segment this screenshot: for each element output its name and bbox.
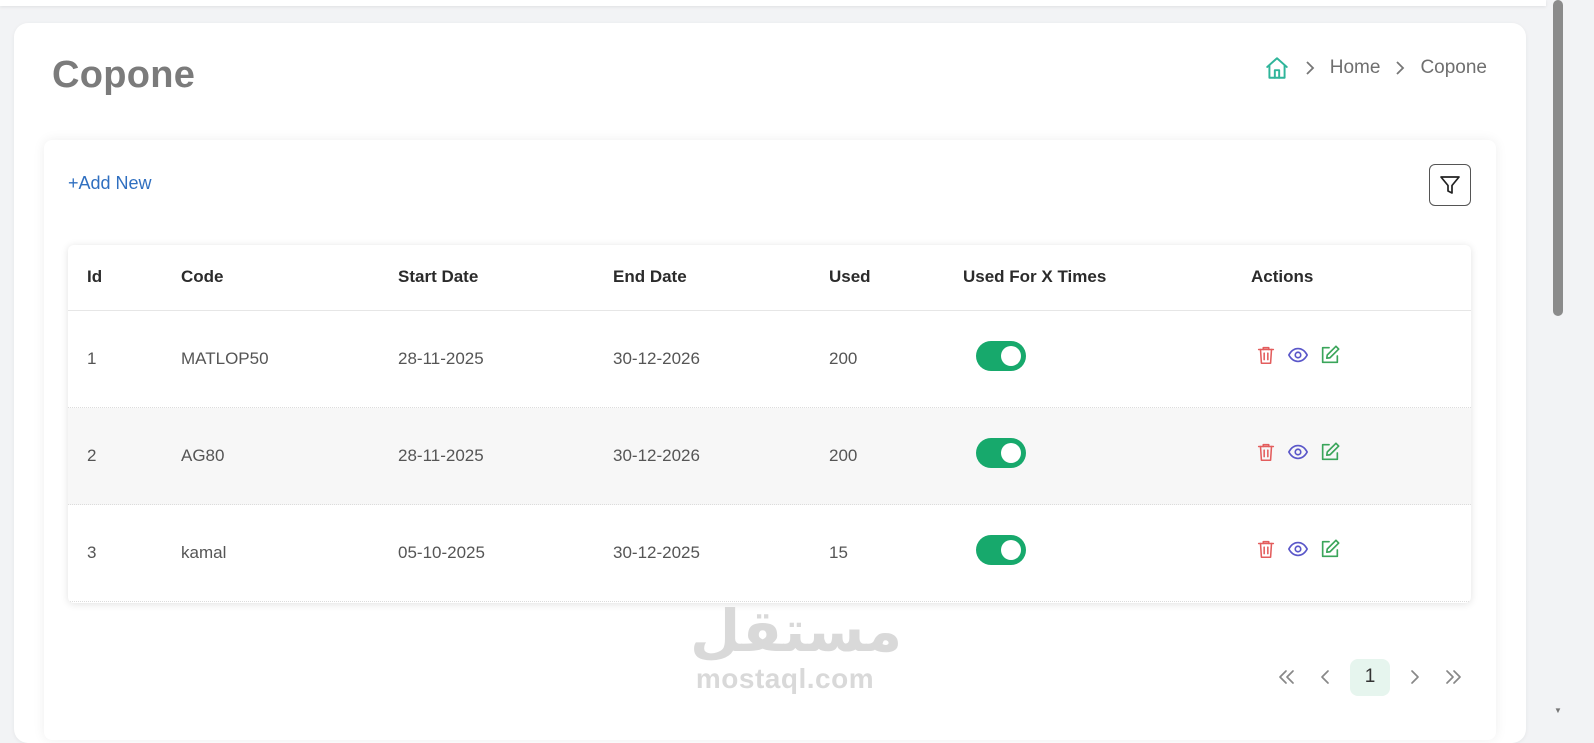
watermark-latin-text: mostaql.com (695, 663, 875, 694)
cell-used: 200 (829, 446, 858, 465)
column-header-used-for-x-times: Used For X Times (963, 267, 1107, 286)
breadcrumb-item-home[interactable]: Home (1330, 57, 1381, 79)
edit-icon[interactable] (1319, 538, 1341, 560)
breadcrumb: Home Copone (1264, 54, 1487, 82)
filter-icon (1438, 173, 1462, 197)
chevrons-left-icon[interactable] (1274, 659, 1300, 695)
cell-id: 1 (87, 349, 97, 368)
toggle-knob (1001, 443, 1021, 463)
page-title: Copone (52, 54, 196, 96)
page-button-current[interactable]: 1 (1350, 658, 1390, 696)
cell-start-date: 28-11-2025 (398, 349, 484, 368)
cell-id: 3 (87, 543, 97, 562)
chevrons-right-icon[interactable] (1440, 659, 1466, 695)
cell-start-date: 28-11-2025 (398, 446, 484, 465)
trash-icon[interactable] (1255, 441, 1277, 463)
edit-icon[interactable] (1319, 441, 1341, 463)
cell-end-date: 30-12-2026 (613, 349, 700, 368)
chevron-right-icon[interactable] (1402, 659, 1428, 695)
cell-id: 2 (87, 446, 97, 465)
row-actions (1255, 538, 1341, 560)
add-new-button[interactable]: +Add New (68, 173, 152, 194)
filter-button[interactable] (1429, 164, 1471, 206)
scrollbar-thumb[interactable] (1553, 0, 1563, 316)
chevron-right-icon (1394, 60, 1406, 76)
chevron-right-icon (1304, 60, 1316, 76)
toggle-knob (1001, 346, 1021, 366)
row-actions (1255, 344, 1341, 366)
eye-icon[interactable] (1287, 441, 1309, 463)
cell-end-date: 30-12-2026 (613, 446, 700, 465)
cell-code: kamal (181, 543, 227, 562)
table-row: 2 AG80 28-11-2025 30-12-2026 200 (68, 408, 1471, 505)
trash-icon[interactable] (1255, 344, 1277, 366)
breadcrumb-item-current: Copone (1420, 57, 1487, 78)
cell-start-date: 05-10-2025 (398, 543, 485, 562)
cell-code: AG80 (181, 446, 225, 465)
table-row: 3 kamal 05-10-2025 30-12-2025 15 (68, 505, 1471, 602)
home-icon[interactable] (1264, 55, 1290, 81)
used-for-x-times-toggle[interactable] (976, 438, 1026, 468)
column-header-start-date: Start Date (398, 267, 479, 286)
column-header-id: Id (87, 267, 103, 286)
column-header-used: Used (829, 267, 871, 286)
column-header-end-date: End Date (613, 267, 687, 286)
eye-icon[interactable] (1287, 538, 1309, 560)
column-header-code: Code (181, 267, 224, 286)
watermark-arabic-text: مستقل (690, 599, 903, 664)
used-for-x-times-toggle[interactable] (976, 535, 1026, 565)
used-for-x-times-toggle[interactable] (976, 341, 1026, 371)
column-header-actions: Actions (1251, 267, 1314, 286)
trash-icon[interactable] (1255, 538, 1277, 560)
mostaql-watermark: مستقل mostaql.com (690, 599, 903, 694)
cell-used: 15 (829, 543, 848, 562)
edit-icon[interactable] (1319, 344, 1341, 366)
cell-end-date: 30-12-2025 (613, 543, 700, 562)
chevron-left-icon[interactable] (1312, 659, 1338, 695)
table-header: Id Code Start Date End Date Used Used Fo… (68, 245, 1471, 311)
top-header-strip (0, 0, 1546, 6)
eye-icon[interactable] (1287, 344, 1309, 366)
row-actions (1255, 441, 1341, 463)
toggle-knob (1001, 540, 1021, 560)
pagination: 1 (1274, 658, 1466, 696)
scroll-down-arrow-icon[interactable]: ▼ (1553, 706, 1563, 716)
cell-code: MATLOP50 (181, 349, 269, 368)
table-row: 1 MATLOP50 28-11-2025 30-12-2026 200 (68, 311, 1471, 408)
cell-used: 200 (829, 349, 858, 368)
coupon-table: Id Code Start Date End Date Used Used Fo… (68, 245, 1471, 603)
